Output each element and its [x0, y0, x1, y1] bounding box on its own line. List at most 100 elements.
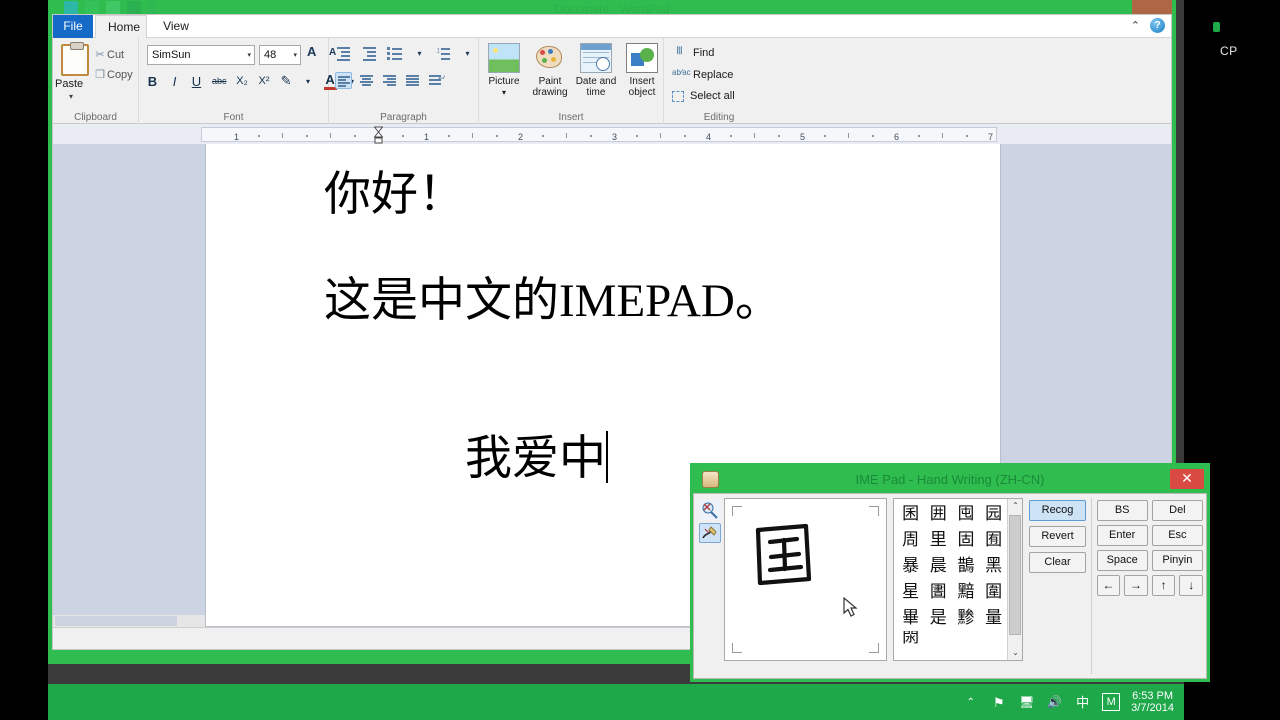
paste-icon[interactable]: [61, 42, 89, 76]
candidate-item[interactable]: 鵲: [952, 553, 980, 579]
scroll-down-icon[interactable]: ⌄: [1008, 646, 1023, 660]
chevron-down-icon[interactable]: ▾: [481, 87, 527, 98]
candidate-item[interactable]: 囷: [897, 501, 925, 527]
volume-icon[interactable]: 🔊: [1046, 694, 1063, 711]
revert-button[interactable]: Revert: [1029, 526, 1086, 547]
tab-file[interactable]: File: [53, 15, 93, 38]
save-icon[interactable]: [85, 1, 99, 15]
clear-button[interactable]: Clear: [1029, 552, 1086, 573]
candidate-item[interactable]: 暴: [897, 553, 925, 579]
ime-pad-titlebar[interactable]: IME Pad - Hand Writing (ZH-CN) ✕: [693, 466, 1207, 493]
horizontal-scrollbar[interactable]: [53, 615, 205, 627]
find-button[interactable]: 𝄃𝄂 Find: [672, 46, 714, 60]
candidate-item[interactable]: 星: [897, 579, 925, 605]
candidate-item[interactable]: 黯: [952, 579, 980, 605]
increase-indent-button[interactable]: [361, 45, 378, 62]
align-right-button[interactable]: [381, 72, 398, 89]
replace-button[interactable]: ab⁄ac Replace: [672, 68, 733, 82]
candidate-item[interactable]: 圕: [924, 579, 952, 605]
candidate-item[interactable]: 固: [952, 527, 980, 553]
candidate-item[interactable]: 量: [980, 605, 1008, 631]
strikethrough-button[interactable]: abc: [212, 76, 227, 86]
paragraph-settings-button[interactable]: ↵: [427, 72, 445, 89]
indent-marker[interactable]: [373, 126, 384, 144]
candidate-item[interactable]: 圍: [980, 579, 1008, 605]
chevron-down-icon[interactable]: ▾: [413, 49, 426, 58]
paste-dropdown-arrow[interactable]: ▾: [69, 92, 73, 101]
insert-object-button[interactable]: Insert object: [619, 43, 665, 98]
text-highlight-icon[interactable]: ✎: [280, 73, 293, 89]
subscript-button[interactable]: X₂: [236, 75, 249, 87]
handwriting-canvas[interactable]: [724, 498, 887, 661]
arrow-down-key[interactable]: ↓: [1179, 575, 1203, 596]
chevron-down-icon[interactable]: ▾: [302, 77, 315, 86]
italic-button[interactable]: I: [168, 74, 181, 89]
insert-date-time-button[interactable]: Date and time: [573, 43, 619, 98]
ime-language-icon[interactable]: 中: [1074, 694, 1091, 711]
tab-view[interactable]: View: [151, 15, 201, 38]
candidate-item[interactable]: 黑: [980, 553, 1008, 579]
network-icon[interactable]: 🖥: [1018, 694, 1035, 711]
enter-key[interactable]: Enter: [1096, 525, 1148, 546]
bold-button[interactable]: B: [146, 74, 159, 89]
customize-qat-icon[interactable]: [148, 1, 156, 15]
ime-mode-badge[interactable]: M: [1102, 693, 1121, 711]
scroll-up-icon[interactable]: ⌃: [1008, 499, 1023, 513]
candidate-item[interactable]: 囤: [952, 501, 980, 527]
line-spacing-button[interactable]: ↕: [435, 45, 452, 62]
wordpad-app-icon[interactable]: [64, 1, 78, 15]
candidate-item[interactable]: 畢: [897, 605, 925, 631]
justify-button[interactable]: [404, 72, 421, 89]
tab-home[interactable]: Home: [95, 15, 147, 38]
font-family-combobox[interactable]: SimSun ▾: [147, 45, 255, 65]
space-key[interactable]: Space: [1096, 550, 1148, 571]
candidate-item[interactable]: 园: [980, 501, 1008, 527]
decrease-indent-button[interactable]: [335, 45, 352, 62]
candidate-item[interactable]: 是: [924, 605, 952, 631]
pinyin-key[interactable]: Pinyin: [1151, 550, 1203, 571]
grow-font-button[interactable]: A: [307, 44, 316, 59]
copy-button[interactable]: ❐ Copy: [93, 68, 133, 81]
arrow-left-key[interactable]: ←: [1096, 575, 1121, 596]
bs-key[interactable]: BS: [1096, 500, 1148, 521]
bullets-button[interactable]: [387, 45, 404, 62]
insert-paint-drawing-button[interactable]: Paint drawing: [527, 43, 573, 98]
radical-search-icon[interactable]: [698, 500, 721, 520]
esc-key[interactable]: Esc: [1151, 525, 1203, 546]
hand-writing-icon[interactable]: [698, 523, 721, 543]
candidate-item[interactable]: 黪: [952, 605, 980, 631]
align-center-button[interactable]: [358, 72, 375, 89]
candidate-item[interactable]: 囲: [924, 501, 952, 527]
paste-button-label[interactable]: Paste: [55, 78, 83, 90]
underline-button[interactable]: U: [190, 74, 203, 89]
recog-button[interactable]: Recog: [1029, 500, 1086, 521]
ime-pad-close-button[interactable]: ✕: [1170, 469, 1204, 489]
clock[interactable]: 6:53 PM 3/7/2014: [1131, 690, 1174, 714]
align-left-button[interactable]: [335, 72, 352, 89]
arrow-right-key[interactable]: →: [1124, 575, 1148, 596]
candidate-item[interactable]: 晨: [924, 553, 952, 579]
chevron-down-icon[interactable]: ▾: [461, 49, 474, 58]
show-hidden-icons-icon[interactable]: ⌃: [962, 694, 979, 711]
quick-access-toolbar[interactable]: [64, 1, 156, 15]
ruler[interactable]: 1 1 2 3 4 5 6 7: [201, 126, 997, 144]
candidate-item[interactable]: 囿: [980, 527, 1008, 553]
del-key[interactable]: Del: [1151, 500, 1203, 521]
arrow-up-key[interactable]: ↑: [1151, 575, 1176, 596]
candidate-item[interactable]: 周: [897, 527, 925, 553]
superscript-button[interactable]: X²: [258, 75, 271, 87]
cut-button[interactable]: ✂ Cut: [93, 48, 124, 61]
insert-picture-button[interactable]: Picture ▾: [481, 43, 527, 98]
collapse-ribbon-icon[interactable]: ⌃: [1131, 19, 1140, 32]
candidate-scrollbar[interactable]: ⌃ ⌄: [1007, 499, 1023, 660]
scrollbar-thumb[interactable]: [55, 616, 177, 626]
action-center-flag-icon[interactable]: ⚑: [990, 694, 1007, 711]
undo-icon[interactable]: [106, 1, 120, 15]
candidate-item[interactable]: 里: [924, 527, 952, 553]
candidate-list[interactable]: 囷 囲 囤 园 周 里 固 囿 暴 晨 鵲 黑 星 圕 黯 圍 畢 是 黪 量 …: [892, 498, 1024, 661]
redo-icon[interactable]: [127, 1, 141, 15]
scrollbar-thumb[interactable]: [1009, 515, 1022, 635]
font-size-combobox[interactable]: 48 ▾: [259, 45, 301, 65]
select-all-button[interactable]: Select all: [672, 90, 735, 102]
help-icon[interactable]: ?: [1150, 18, 1165, 33]
